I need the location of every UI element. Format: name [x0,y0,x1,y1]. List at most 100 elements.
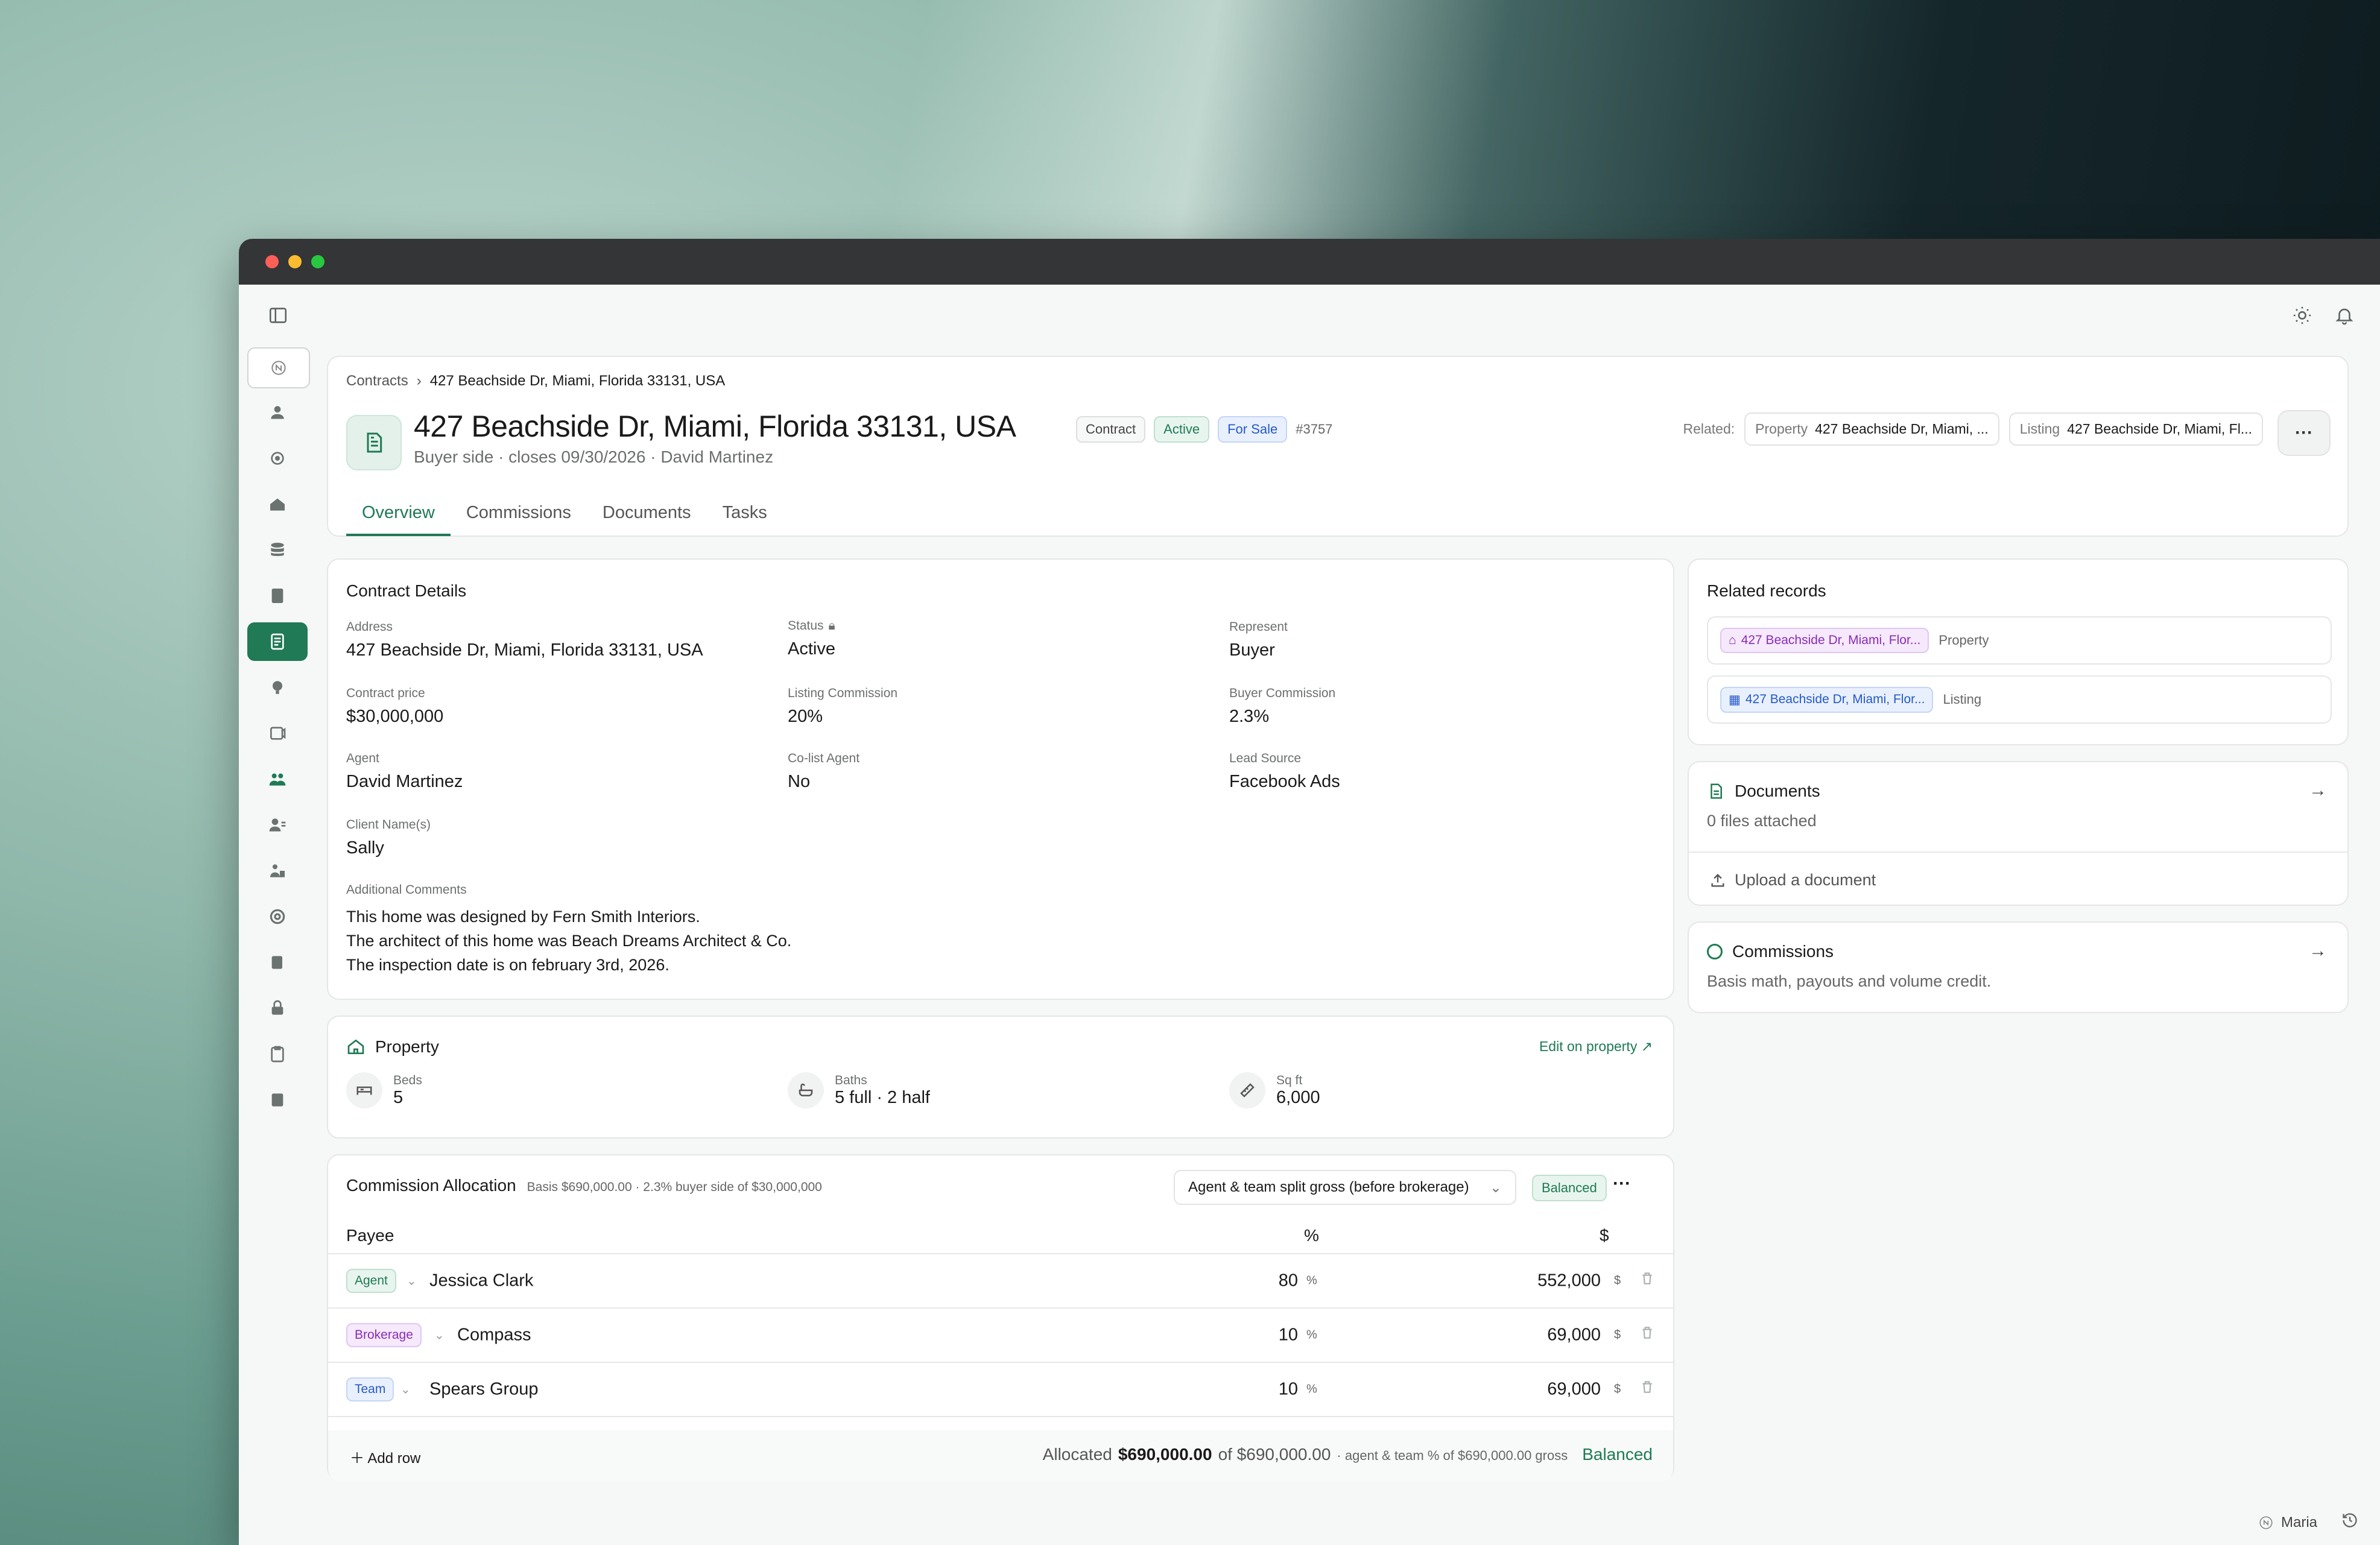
divider [1689,851,2347,853]
upload-document-button[interactable]: Upload a document [1709,871,1876,889]
field-label: Additional Comments [346,883,467,897]
field-value: No [788,772,811,791]
arrow-right-icon[interactable]: → [2309,780,2327,801]
split-mode-select[interactable]: Agent & team split gross (before brokera… [1174,1170,1516,1205]
related-record-item[interactable]: ▦ 427 Beachside Dr, Miami, Flor... Listin… [1707,675,2332,724]
related-value: 427 Beachside Dr, Miami, Fl... [2067,421,2252,437]
app-logo-icon[interactable] [247,347,310,388]
nav-team-icon[interactable] [247,760,308,798]
chevron-right-icon: › [416,373,422,389]
maximize-window-button[interactable] [311,255,324,268]
table-header: Payee % $ [328,1218,1673,1254]
top-bar [239,285,2380,343]
building-icon: ▦ [1729,692,1741,707]
more-options-button[interactable]: ··· [2277,410,2331,456]
comment-line: The inspection date is on february 3rd, … [346,956,669,974]
arrow-right-icon[interactable]: → [2309,941,2327,961]
theme-toggle-icon[interactable] [2292,305,2312,326]
add-row-label: Add row [367,1450,421,1467]
role-select[interactable]: Brokerage [346,1323,422,1347]
role-select[interactable]: Team [346,1377,394,1401]
percent-input[interactable]: 10 [1279,1380,1298,1400]
trash-icon[interactable] [1639,1379,1655,1400]
tab-commissions[interactable]: Commissions [451,499,587,536]
related-kind: Property [1755,421,1808,437]
tab-tasks[interactable]: Tasks [707,499,783,536]
status-label-text: Status [788,619,824,633]
page-subtitle: Buyer side · closes 09/30/2026 · David M… [414,447,774,466]
related-record-type: Property [1938,633,1989,648]
nav-lock-icon[interactable] [247,989,308,1028]
colist-field: Co-list Agent No [788,751,859,792]
close-window-button[interactable] [265,255,279,268]
commissions-card[interactable]: Commissions → Basis math, payouts and vo… [1688,921,2349,1013]
amount-input[interactable]: 69,000 [1547,1380,1601,1400]
nav-marketing-icon[interactable] [247,714,308,753]
related-value: 427 Beachside Dr, Miami, ... [1815,421,1989,437]
allocated-amount: $690,000.00 [1118,1445,1212,1464]
type-badge: Contract [1076,416,1146,443]
trash-icon[interactable] [1639,1325,1655,1345]
trash-icon[interactable] [1639,1271,1655,1291]
add-row-button[interactable]: ＋ Add row [350,1446,420,1467]
percent-input[interactable]: 10 [1279,1325,1298,1345]
payee-name[interactable]: Compass [457,1325,531,1345]
related-listing-chip[interactable]: Listing 427 Beachside Dr, Miami, Fl... [2008,412,2263,446]
tab-overview[interactable]: Overview [346,499,451,536]
related-property-chip[interactable]: Property 427 Beachside Dr, Miami, ... [1744,412,1999,446]
tab-documents[interactable]: Documents [587,499,707,536]
nav-reports-icon[interactable] [247,1081,308,1119]
tab-bar: Overview Commissions Documents Tasks [346,499,783,536]
nav-contracts-icon[interactable] [247,622,308,661]
nav-contacts-icon[interactable] [247,393,308,432]
beds-stat: Beds 5 [346,1072,422,1108]
agent-field: Agent David Martinez [346,751,463,792]
nav-clients-icon[interactable] [247,851,308,890]
nav-network-icon[interactable] [247,439,308,478]
role-select[interactable]: Agent [346,1269,396,1293]
amount-input[interactable]: 552,000 [1537,1271,1601,1291]
related-kind: Listing [2019,421,2060,437]
chevron-down-icon[interactable]: ⌄ [400,1382,411,1397]
property-card: Property Edit on property ↗ Beds 5 Baths 5… [327,1016,1674,1139]
edit-property-link[interactable]: Edit on property ↗ [1539,1038,1653,1055]
related-record-item[interactable]: ⌂ 427 Beachside Dr, Miami, Flor... Proper… [1707,616,2332,665]
payee-name[interactable]: Jessica Clark [429,1271,533,1291]
amount-unit: $ [1614,1274,1621,1288]
allocation-note: · agent & team % of $690,000.00 gross [1337,1448,1568,1463]
field-label: Contract price [346,686,425,700]
payee-name[interactable]: Spears Group [429,1380,539,1400]
user-menu[interactable]: Maria [2258,1514,2317,1531]
field-label: Status 🔒︎ [788,619,835,633]
percent-input[interactable]: 80 [1279,1271,1298,1291]
property-title-text: Property [375,1037,439,1056]
sidebar-toggle-icon[interactable] [268,305,288,326]
stat-label: Beds [393,1073,422,1087]
chevron-down-icon[interactable]: ⌄ [407,1274,417,1289]
amount-input[interactable]: 69,000 [1547,1325,1601,1345]
nav-database-icon[interactable] [247,531,308,569]
history-icon[interactable] [2341,1512,2358,1533]
nav-ideas-icon[interactable] [247,668,308,707]
commission-more-button[interactable]: ··· [1613,1174,1631,1194]
split-mode-value: Agent & team split gross (before brokera… [1188,1179,1469,1195]
breadcrumb-root[interactable]: Contracts [346,373,408,390]
nav-goals-icon[interactable] [247,897,308,936]
documents-count: 0 files attached [1707,812,1817,830]
documents-card[interactable]: Documents → 0 files attached Upload a do… [1688,761,2349,906]
sqft-stat: Sq ft 6,000 [1229,1072,1320,1108]
upload-icon [1711,873,1724,886]
contract-header: Contracts › 427 Beachside Dr, Miami, Flo… [327,356,2349,537]
minimize-window-button[interactable] [288,255,302,268]
chevron-down-icon[interactable]: ⌄ [434,1328,445,1343]
documents-title-text: Documents [1735,782,1820,800]
nav-library-icon[interactable] [247,943,308,982]
nav-properties-icon[interactable] [247,485,308,523]
baths-stat: Baths 5 full · 2 half [788,1072,930,1108]
table-footer: ＋ Add row Allocated $690,000.00 of $690,… [328,1430,1673,1481]
nav-clipboard-icon[interactable] [247,1035,308,1073]
nav-tasks-icon[interactable] [247,577,308,615]
notifications-bell-icon[interactable] [2334,305,2355,326]
nav-agents-icon[interactable] [247,806,308,844]
represent-field: Represent Buyer [1229,620,1288,660]
